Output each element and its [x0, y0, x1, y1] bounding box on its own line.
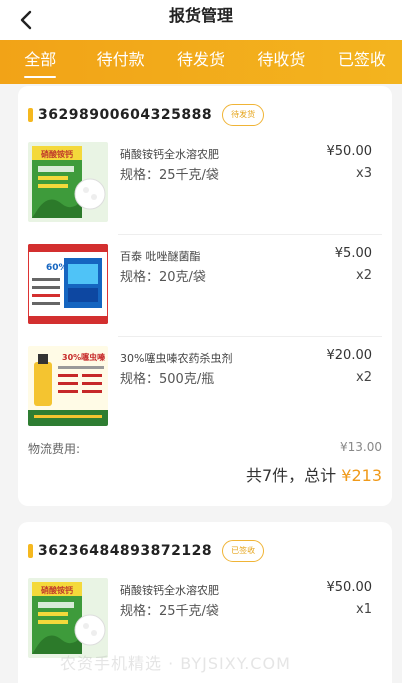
order-accent-bar — [28, 108, 33, 122]
product-image-calcium-nitrate: 硝酸铵钙 — [28, 578, 108, 658]
order-number: 36236484893872128 — [38, 543, 213, 559]
divider — [118, 336, 382, 337]
tab-all[interactable]: 全部 — [0, 40, 80, 84]
calcium-title-text: 硝酸铵钙 — [41, 149, 73, 159]
tab-pending-payment[interactable]: 待付款 — [80, 40, 160, 84]
product-spec: 规格：25千克/袋 — [120, 168, 219, 183]
tab-pending-shipment[interactable]: 待发货 — [161, 40, 241, 84]
order-header: 36298900604325888 待发货 — [28, 104, 265, 126]
product-price: ¥5.00 — [334, 246, 372, 261]
order-header: 36236484893872128 已签收 — [28, 540, 265, 562]
product-quantity: x2 — [356, 268, 372, 283]
product-name: 百泰 吡唑醚菌酯 — [120, 250, 201, 263]
product-price: ¥50.00 — [326, 144, 373, 159]
divider — [118, 234, 382, 235]
product-image-pyraclostrobin: 60% — [28, 244, 108, 324]
product-name: 30%噻虫嗪农药杀虫剂 — [120, 352, 233, 365]
watermark: 农资手机精选 · BYJSIXY.COM — [60, 654, 291, 673]
order-item[interactable]: 60% 百泰 吡唑醚菌酯 规格：20克/袋 ¥5.00 x2 — [28, 244, 382, 328]
shipping-fee-value: ¥13.00 — [340, 440, 382, 454]
chevron-left-icon — [20, 10, 32, 30]
page-title: 报货管理 — [168, 6, 233, 25]
tab-pending-receipt[interactable]: 待收货 — [241, 40, 321, 84]
product-name: 硝酸铵钙全水溶农肥 — [120, 584, 219, 597]
shipping-fee-row: 物流费用: ¥13.00 — [28, 440, 382, 458]
shipping-fee-label: 物流费用: — [28, 442, 81, 456]
order-total-row: 共7件，总计 ¥213 — [246, 462, 382, 486]
product-price: ¥20.00 — [326, 348, 373, 363]
product-price: ¥50.00 — [326, 580, 373, 595]
order-item[interactable]: 30%噻虫嗪 30%噻虫嗪农药杀虫剂 规格：500克/瓶 ¥20.00 x2 — [28, 346, 382, 430]
product-quantity: x1 — [356, 602, 372, 617]
order-item[interactable]: 硝酸铵钙 硝酸铵钙全水溶农肥 规格：25千克/袋 ¥50.00 x3 — [28, 142, 382, 226]
top-bar: 报货管理 — [0, 0, 402, 40]
product-name: 硝酸铵钙全水溶农肥 — [120, 148, 219, 161]
order-number: 36298900604325888 — [38, 107, 213, 123]
thiamethoxam-title-text: 30%噻虫嗪 — [62, 352, 106, 362]
product-quantity: x3 — [356, 166, 372, 181]
back-button[interactable] — [12, 6, 40, 34]
order-status-tabs: 全部 待付款 待发货 待收货 已签收 — [0, 40, 402, 84]
product-quantity: x2 — [356, 370, 372, 385]
order-card[interactable]: 36298900604325888 待发货 硝酸铵钙 硝酸铵钙全水溶农肥 规格：… — [18, 86, 392, 506]
calcium-title-text: 硝酸铵钙 — [41, 585, 73, 595]
status-badge: 已签收 — [222, 540, 265, 562]
status-badge: 待发货 — [222, 104, 265, 126]
product-image-thiamethoxam: 30%噻虫嗪 — [28, 346, 108, 426]
order-total-amount: ¥213 — [341, 466, 382, 485]
product-spec: 规格：20克/袋 — [120, 270, 206, 285]
product-spec: 规格：500克/瓶 — [120, 372, 215, 387]
product-image-calcium-nitrate: 硝酸铵钙 — [28, 142, 108, 222]
tab-signed[interactable]: 已签收 — [322, 40, 402, 84]
product-spec: 规格：25千克/袋 — [120, 604, 219, 619]
order-total-prefix: 共7件，总计 — [246, 466, 337, 485]
order-accent-bar — [28, 544, 33, 558]
